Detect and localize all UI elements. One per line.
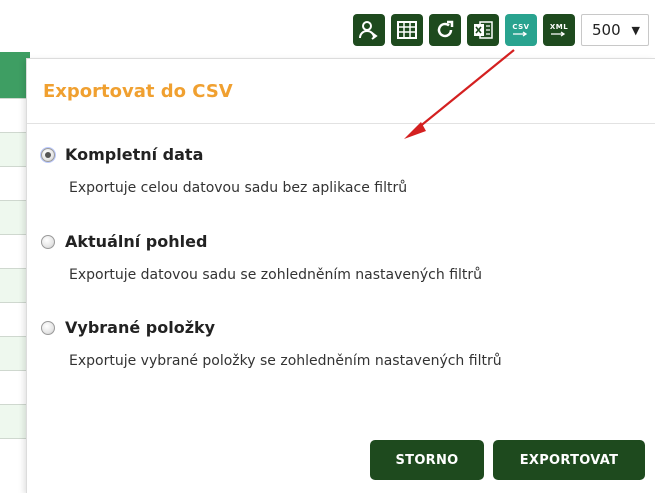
option-current-view: Aktuální pohled Exportuje datovou sadu s… [41,232,482,283]
export-csv-dialog: Exportovat do CSV Kompletní data Exportu… [26,58,655,493]
option-description: Exportuje datovou sadu se zohledněním na… [69,267,483,283]
refresh-button[interactable] [429,14,461,46]
radio-complete-data[interactable] [41,147,55,162]
option-complete-data-row[interactable]: Kompletní data [41,145,407,164]
table-icon [397,21,417,39]
option-current-view-row[interactable]: Aktuální pohled [41,232,482,251]
radio-current-view[interactable] [41,234,55,249]
option-selected-items: Vybrané položky Exportuje vybrané položk… [41,318,502,369]
xml-icon-label: XML [549,23,569,31]
dialog-divider [27,123,655,124]
option-label: Vybrané položky [65,318,216,337]
chevron-down-icon: ▼ [631,23,640,37]
option-complete-data: Kompletní data Exportuje celou datovou s… [41,145,407,196]
excel-export-button[interactable] [467,14,499,46]
refresh-icon [437,20,454,38]
option-label: Kompletní data [65,145,204,164]
page: CSV XML 500 ▼ Exportovat do CSV Kompletn… [0,0,655,493]
export-button[interactable]: EXPORTOVAT [493,440,645,480]
user-export-button[interactable] [353,14,385,46]
toolbar: CSV XML 500 ▼ [353,14,649,46]
option-description: Exportuje vybrané položky se zohledněním… [69,353,502,369]
table-button[interactable] [391,14,423,46]
excel-icon [474,21,493,39]
dialog-title: Exportovat do CSV [43,81,233,102]
xml-icon: XML [550,23,568,37]
option-label: Aktuální pohled [65,232,208,251]
xml-export-button[interactable]: XML [543,14,575,46]
user-export-icon [359,21,378,40]
csv-icon: CSV [512,23,530,37]
radio-selected-items[interactable] [41,320,55,335]
cancel-button[interactable]: STORNO [370,440,484,480]
page-size-select[interactable]: 500 ▼ [581,14,649,46]
csv-export-button[interactable]: CSV [505,14,537,46]
option-selected-items-row[interactable]: Vybrané položky [41,318,502,337]
page-size-value: 500 [592,21,621,39]
csv-icon-label: CSV [512,23,530,31]
option-description: Exportuje celou datovou sadu bez aplikac… [69,180,408,196]
